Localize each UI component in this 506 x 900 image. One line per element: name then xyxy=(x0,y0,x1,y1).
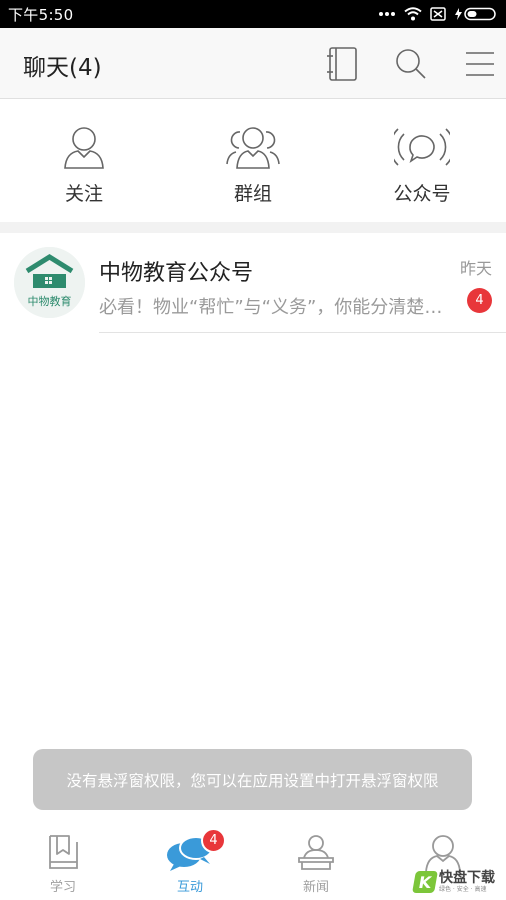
tab-official-accounts-label: 公众号 xyxy=(393,183,451,205)
conversation-preview: 必看！物业“帮忙”与“义务”，你能分清楚吗？ xyxy=(99,297,444,318)
nav-interact-label: 互动 xyxy=(176,880,203,895)
group-icon xyxy=(225,123,281,171)
avatar-logo-text: 中物教育 xyxy=(28,294,72,308)
wifi-icon xyxy=(404,7,422,21)
app-header: 聊天(4) xyxy=(0,28,506,99)
watermark-subtitle: 绿色 · 安全 · 高速 xyxy=(439,885,487,893)
search-button[interactable] xyxy=(389,42,433,86)
tab-follow-label: 关注 xyxy=(64,183,103,205)
tab-official-accounts[interactable]: 公众号 xyxy=(338,99,506,222)
book-icon xyxy=(45,832,81,874)
tab-groups-label: 群组 xyxy=(233,183,272,205)
education-logo-icon: 中物教育 xyxy=(14,247,85,318)
status-bar: 下午5:50 xyxy=(0,0,506,28)
watermark-title: 快盘下载 xyxy=(439,869,495,886)
menu-icon xyxy=(466,52,494,76)
conversation-item[interactable]: 中物教育 中物教育公众号 必看！物业“帮忙”与“义务”，你能分清楚吗？ 昨天 xyxy=(0,233,506,333)
page-title: 聊天(4) xyxy=(23,55,102,81)
address-book-icon xyxy=(327,47,357,81)
more-dots-icon xyxy=(379,12,395,16)
conversation-time: 昨天 xyxy=(459,259,492,278)
no-sim-icon xyxy=(430,7,446,21)
person-icon xyxy=(62,123,106,171)
unread-badge: 4 xyxy=(467,288,492,313)
section-separator xyxy=(0,222,506,233)
nav-news-label: 新闻 xyxy=(302,880,329,895)
list-divider xyxy=(99,332,506,333)
battery-charging-icon xyxy=(455,7,496,21)
tab-groups[interactable]: 群组 xyxy=(169,99,337,222)
nav-news[interactable]: 新闻 xyxy=(253,822,379,900)
contacts-button[interactable] xyxy=(320,42,364,86)
menu-button[interactable] xyxy=(458,42,502,86)
watermark-logo-icon: K xyxy=(412,871,438,893)
status-icons xyxy=(378,7,498,21)
search-icon xyxy=(396,49,426,79)
toast-message: 没有悬浮窗权限，您可以在应用设置中打开悬浮窗权限 xyxy=(33,749,472,810)
nav-study-label: 学习 xyxy=(49,880,76,895)
conversation-title: 中物教育公众号 xyxy=(99,261,254,286)
nav-study[interactable]: 学习 xyxy=(0,822,126,900)
unread-count: 4 xyxy=(467,288,492,313)
nav-interact-badge: 4 xyxy=(201,828,226,853)
avatar: 中物教育 xyxy=(14,247,85,318)
news-icon xyxy=(296,832,336,874)
status-time: 下午5:50 xyxy=(8,5,74,24)
tab-follow[interactable]: 关注 xyxy=(0,99,168,222)
broadcast-icon xyxy=(394,123,450,171)
download-site-watermark: K 快盘下载 绿色 · 安全 · 高速 xyxy=(412,866,504,898)
quick-tabs: 关注 群组 公众号 xyxy=(0,99,506,222)
nav-interact[interactable]: 互动 xyxy=(127,822,253,900)
